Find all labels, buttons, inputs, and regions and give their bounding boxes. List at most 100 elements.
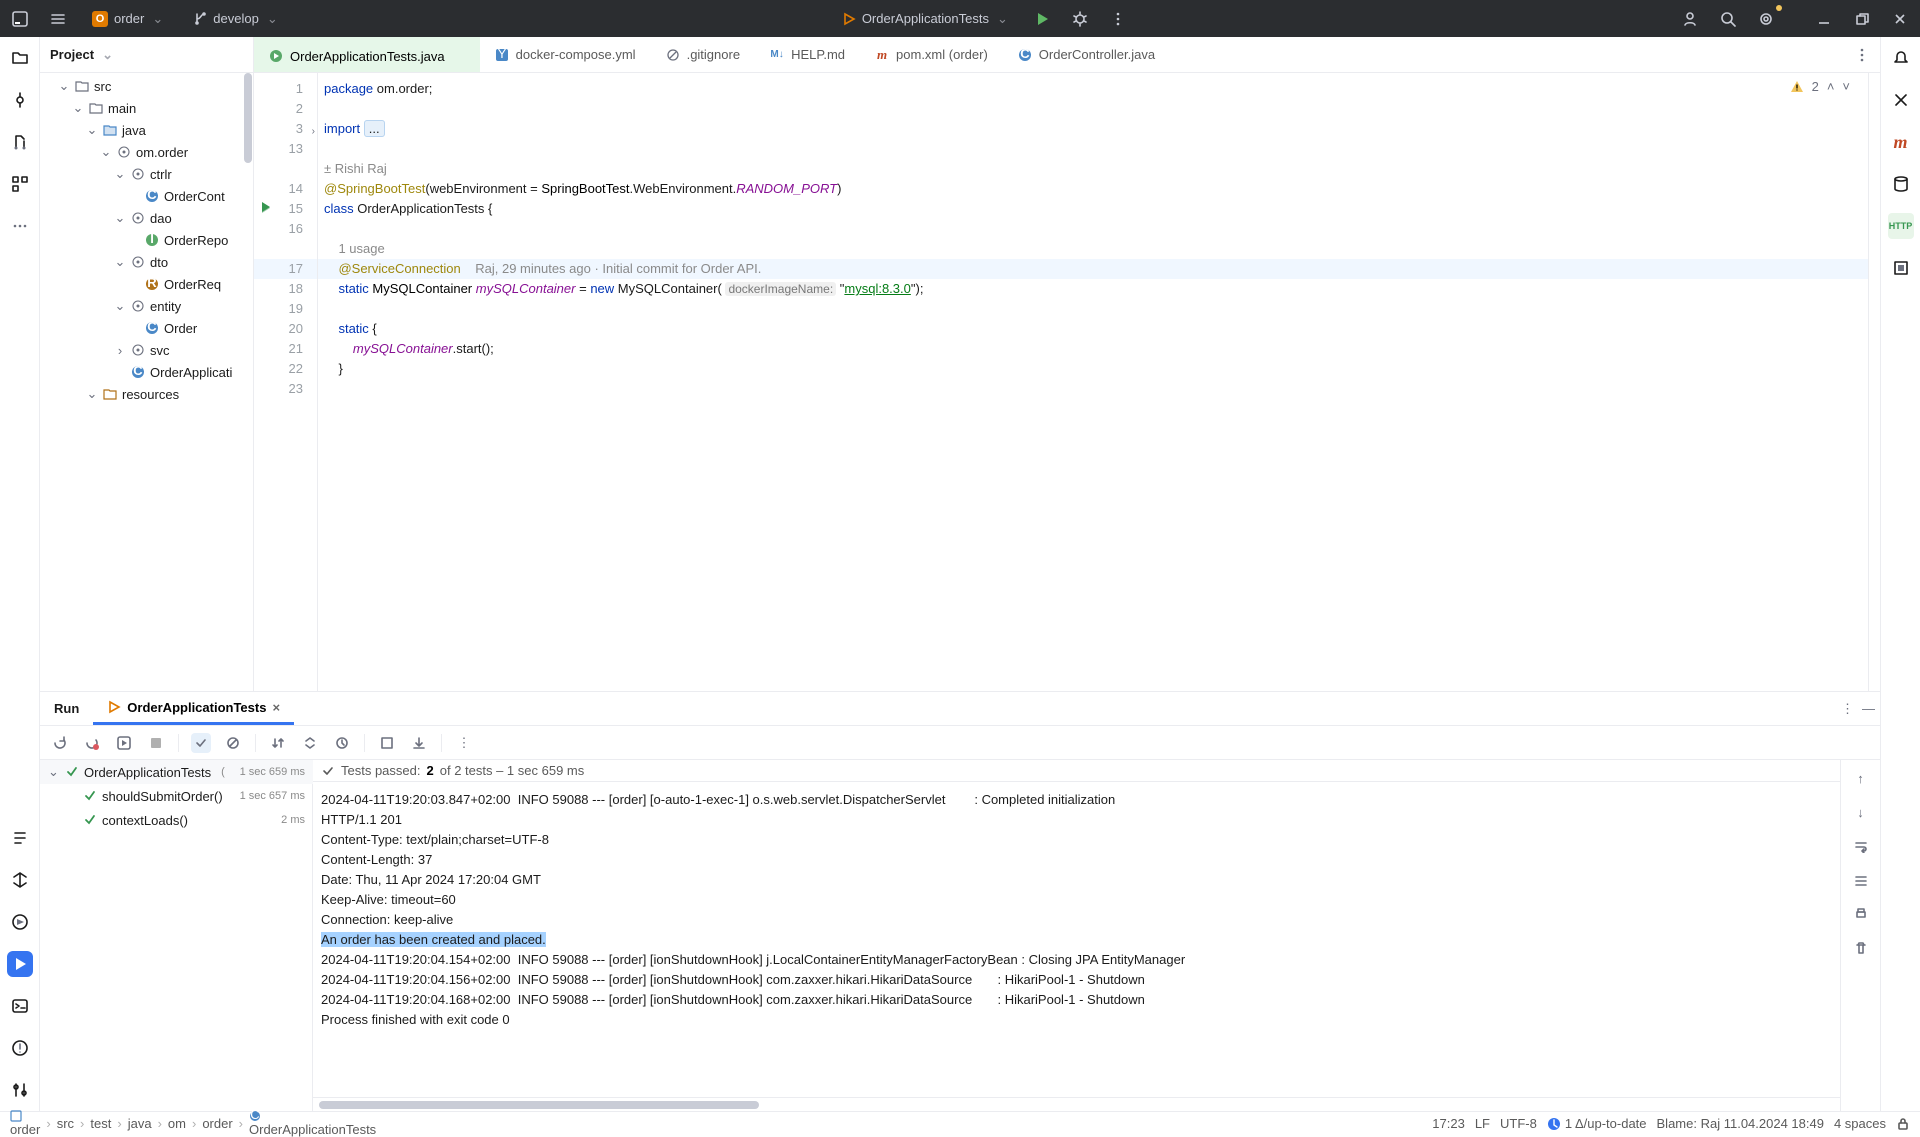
tree-row[interactable]: ⌄ctrlr [40, 163, 253, 185]
code-line[interactable]: mySQLContainer.start(); [318, 339, 1868, 359]
breadcrumb-item[interactable]: order [10, 1110, 40, 1137]
editor-tab[interactable]: .gitignore [651, 37, 755, 72]
vcs-branch-chip[interactable]: develop ⌄ [183, 7, 287, 31]
main-menu-icon[interactable] [44, 5, 72, 33]
editor-tab[interactable]: mpom.xml (order) [860, 37, 1003, 72]
tree-row[interactable]: COrderApplicati [40, 361, 253, 383]
project-tool-icon[interactable] [7, 45, 33, 71]
editor-tab[interactable]: OrderApplicationTests.java× [254, 37, 480, 72]
tree-twisty[interactable]: ⌄ [58, 78, 70, 94]
console-line[interactable]: Content-Type: text/plain;charset=UTF-8 [321, 830, 1840, 850]
show-ignored-icon[interactable] [223, 733, 243, 753]
tree-twisty[interactable]: ⌄ [114, 210, 126, 226]
tree-row[interactable]: ⌄dto [40, 251, 253, 273]
window-close[interactable] [1886, 5, 1914, 33]
more-tools-icon[interactable] [7, 213, 33, 239]
code-line[interactable] [318, 379, 1868, 399]
console-line[interactable]: Date: Thu, 11 Apr 2024 17:20:04 GMT [321, 870, 1840, 890]
editor-tab[interactable]: Ydocker-compose.yml [480, 37, 651, 72]
tree-scrollbar[interactable] [243, 73, 253, 691]
http-client-icon[interactable]: HTTP [1888, 213, 1914, 239]
indent-status[interactable]: 4 spaces [1834, 1116, 1886, 1131]
search-icon[interactable] [1714, 5, 1742, 33]
tree-twisty[interactable]: ⌄ [72, 100, 84, 116]
rerun-failed-icon[interactable] [82, 733, 102, 753]
run-gutter-icon[interactable] [260, 201, 272, 213]
problems-tool-icon[interactable] [7, 1035, 33, 1061]
code-line[interactable] [318, 139, 1868, 159]
console-line[interactable]: 2024-04-11T19:20:04.156+02:00 INFO 59088… [321, 970, 1840, 990]
vcs-tool-icon[interactable] [7, 1077, 33, 1103]
editor-gutter[interactable]: 12›31314151617181920212223 [254, 73, 318, 691]
tree-row[interactable]: COrderCont [40, 185, 253, 207]
show-passed-icon[interactable] [191, 733, 211, 753]
code-line[interactable]: class OrderApplicationTests { [318, 199, 1868, 219]
tree-row[interactable]: ›svc [40, 339, 253, 361]
tree-row[interactable]: ⌄main [40, 97, 253, 119]
run-console[interactable]: 2024-04-11T19:20:03.847+02:00 INFO 59088… [313, 782, 1840, 1097]
prev-highlight-icon[interactable]: ˄ [1827, 77, 1835, 97]
test-tree-row[interactable]: contextLoads()2 ms [40, 808, 313, 832]
import-tests-icon[interactable] [377, 733, 397, 753]
tree-row[interactable]: ⌄entity [40, 295, 253, 317]
print-icon[interactable] [1851, 904, 1871, 924]
close-icon[interactable]: × [272, 700, 280, 715]
test-tree-row[interactable]: ⌄OrderApplicationTests(1 sec 659 ms [40, 760, 313, 784]
code-line[interactable]: } [318, 359, 1868, 379]
console-line[interactable]: Process finished with exit code 0 [321, 1010, 1840, 1030]
soft-wrap-icon[interactable] [1851, 836, 1871, 856]
more-icon[interactable]: ⋮ [454, 733, 474, 753]
maven-tool-icon[interactable]: m [1888, 129, 1914, 155]
run-tool-icon[interactable] [7, 951, 33, 977]
pull-requests-icon[interactable] [7, 129, 33, 155]
editor-code[interactable]: 2 ˄ ˅ package om.order;import ...± Rishi… [318, 73, 1868, 691]
toggle-auto-test-icon[interactable] [114, 733, 134, 753]
tree-row[interactable]: IOrderRepo [40, 229, 253, 251]
tree-twisty[interactable]: ⌄ [100, 144, 112, 160]
project-tree[interactable]: ⌄src⌄main⌄java⌄om.order⌄ctrlrCOrderCont⌄… [40, 73, 253, 691]
console-line[interactable]: Keep-Alive: timeout=60 [321, 890, 1840, 910]
code-line[interactable]: @SpringBootTest(webEnvironment = SpringB… [318, 179, 1868, 199]
terminal-tool-icon[interactable] [7, 993, 33, 1019]
build-tool-icon[interactable] [7, 867, 33, 893]
ai-assistant-icon[interactable] [1888, 87, 1914, 113]
file-encoding[interactable]: UTF-8 [1500, 1116, 1537, 1131]
tree-twisty[interactable]: › [114, 343, 126, 358]
breadcrumb-item[interactable]: order [202, 1116, 232, 1131]
git-status[interactable]: 1 Δ/up-to-date [1547, 1116, 1647, 1131]
tree-twisty[interactable]: ⌄ [86, 386, 98, 402]
tabs-more-icon[interactable] [1844, 37, 1880, 72]
minimize-icon[interactable]: — [1862, 701, 1875, 716]
commit-tool-icon[interactable] [7, 87, 33, 113]
breadcrumb-item[interactable]: test [90, 1116, 111, 1131]
tree-twisty[interactable]: ⌄ [114, 166, 126, 182]
settings-icon[interactable] [1752, 5, 1780, 33]
ide-logo[interactable] [6, 5, 34, 33]
breadcrumb-item[interactable]: C OrderApplicationTests [249, 1110, 376, 1137]
tree-row[interactable]: ROrderReq [40, 273, 253, 295]
run-config-selector[interactable]: OrderApplicationTests ⌄ [832, 7, 1018, 31]
breadcrumbs[interactable]: order›src›test›java›om›order›C OrderAppl… [10, 1110, 376, 1137]
editor-tab[interactable]: M↓HELP.md [755, 37, 860, 72]
scroll-up-icon[interactable]: ↑ [1851, 768, 1871, 788]
breadcrumb-item[interactable]: src [57, 1116, 74, 1131]
more-icon[interactable]: ⋮ [1841, 701, 1854, 717]
caret-position[interactable]: 17:23 [1432, 1116, 1465, 1131]
code-line[interactable]: @ServiceConnection Raj, 29 minutes ago ·… [318, 259, 1868, 279]
notifications-icon[interactable] [1888, 45, 1914, 71]
run-config-tab[interactable]: OrderApplicationTests × [93, 692, 294, 725]
console-line[interactable]: HTTP/1.1 201 [321, 810, 1840, 830]
console-h-scrollbar[interactable] [313, 1097, 1840, 1111]
tree-twisty[interactable]: ⌄ [86, 122, 98, 138]
git-blame[interactable]: Blame: Raj 11.04.2024 18:49 [1657, 1116, 1824, 1131]
more-run-actions[interactable] [1104, 5, 1132, 33]
window-minimize[interactable] [1810, 5, 1838, 33]
structure-tool-icon[interactable] [7, 171, 33, 197]
expand-all-icon[interactable] [300, 733, 320, 753]
clear-all-icon[interactable] [1851, 938, 1871, 958]
console-line[interactable]: 2024-04-11T19:20:04.168+02:00 INFO 59088… [321, 990, 1840, 1010]
line-separator[interactable]: LF [1475, 1116, 1490, 1131]
tree-row[interactable]: ⌄src [40, 75, 253, 97]
coverage-icon[interactable] [1888, 255, 1914, 281]
export-tests-icon[interactable] [409, 733, 429, 753]
